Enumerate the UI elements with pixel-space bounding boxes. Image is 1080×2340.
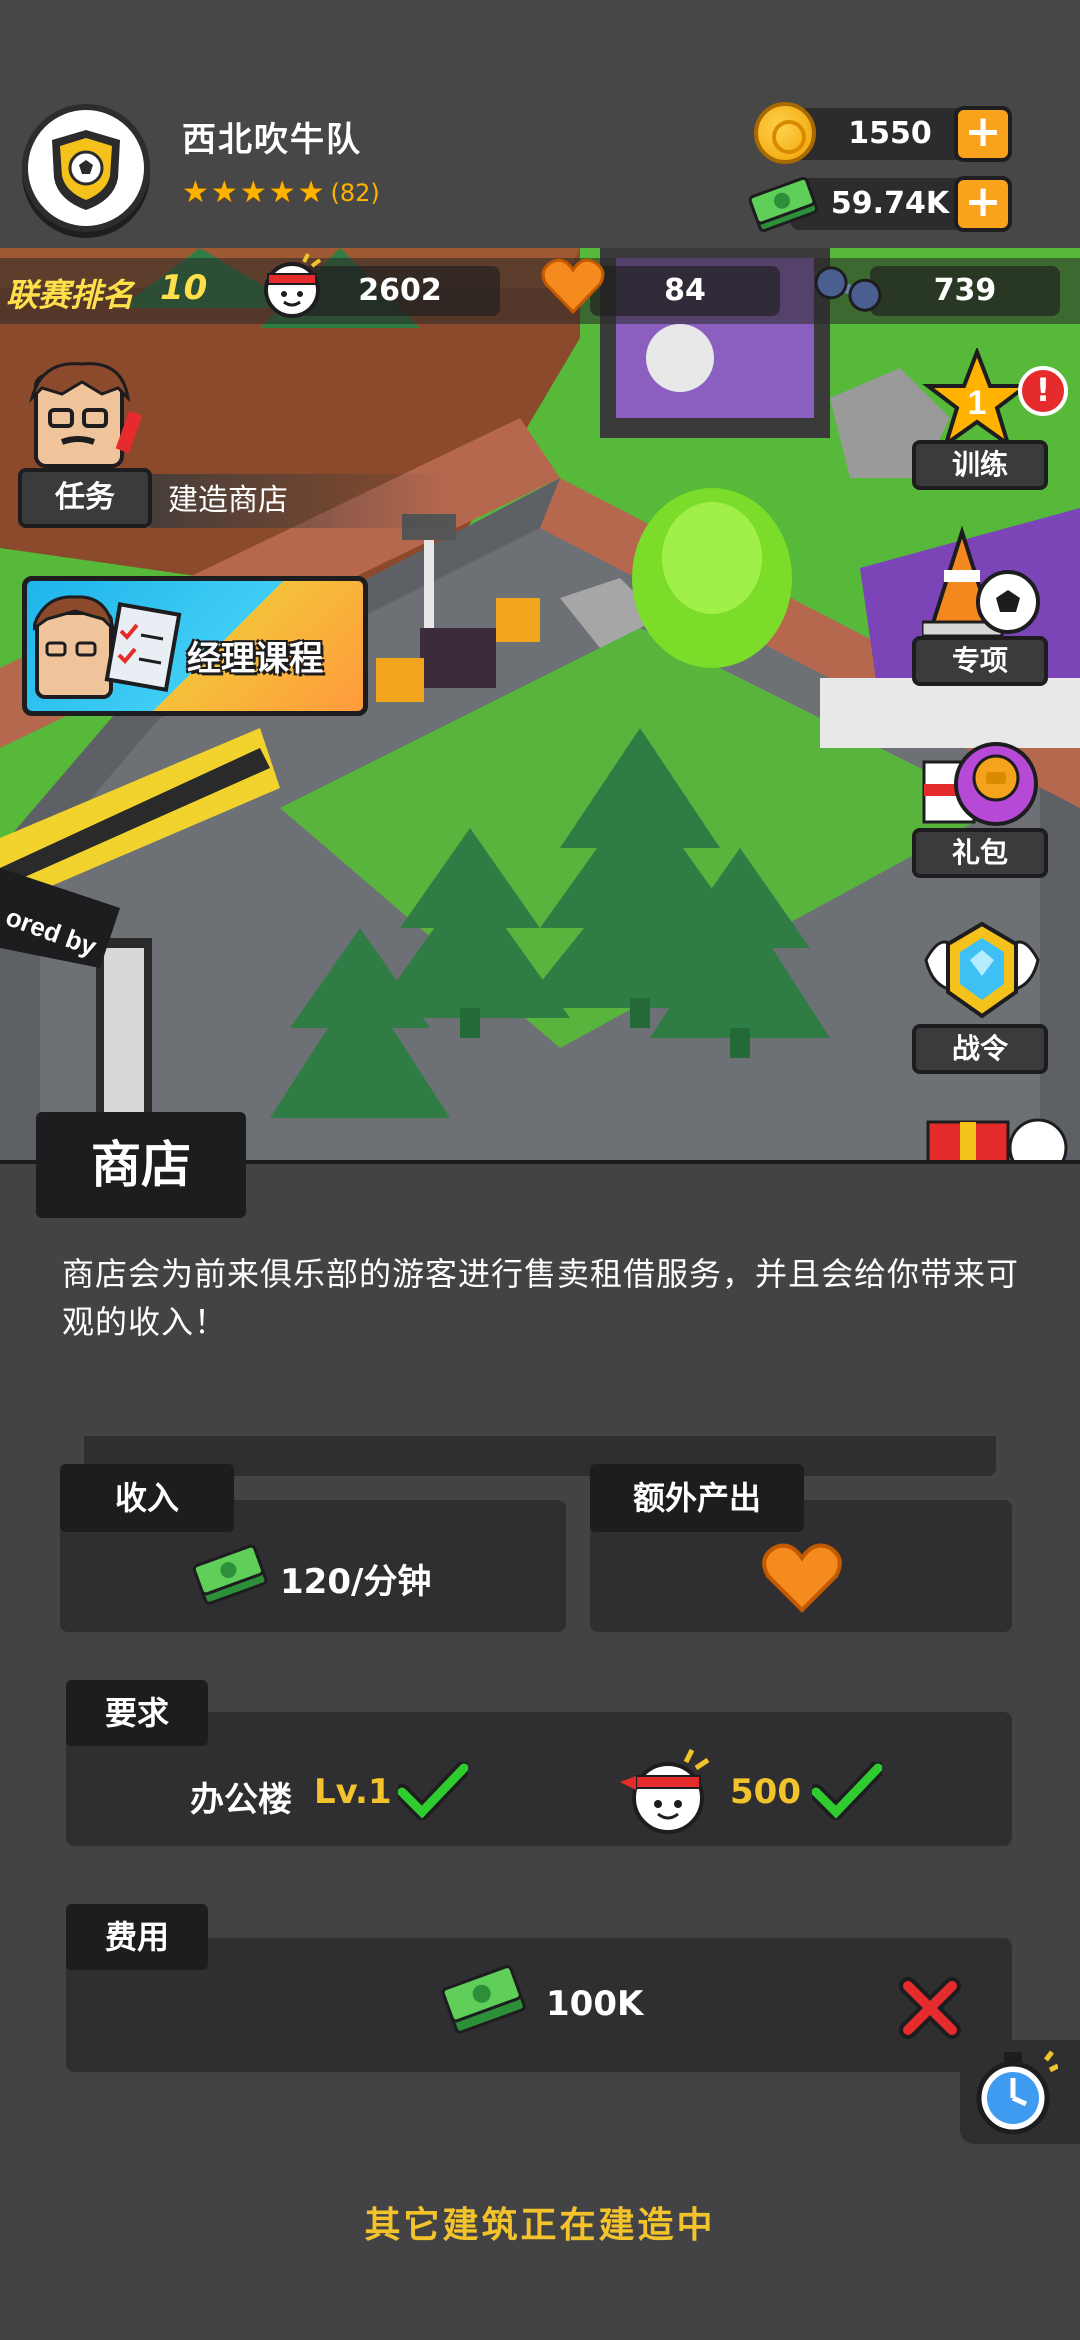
- special-training-button[interactable]: 专项: [908, 526, 1048, 686]
- cash-bar: 59.74K +: [790, 176, 1012, 232]
- coin-bar: 1550 +: [790, 106, 1012, 162]
- req-building-name: 办公楼: [190, 1780, 292, 1820]
- club-badge[interactable]: [22, 104, 150, 232]
- gem-wings-icon: [924, 921, 1040, 1019]
- training-points-stat: 739: [870, 266, 1060, 316]
- extra-output-label: 额外产出: [590, 1464, 804, 1532]
- rating-count: (82): [330, 179, 380, 207]
- cash-icon: [441, 1965, 526, 2034]
- cash-icon: [192, 1544, 268, 1605]
- dumbbell-icon: [814, 266, 882, 312]
- battle-pass-button[interactable]: 战令: [908, 920, 1048, 1080]
- fan-mascot-icon: [264, 253, 322, 318]
- cost-value: 100K: [546, 1984, 644, 2024]
- club-name: 西北吹牛队: [182, 120, 362, 160]
- special-training-label: 专项: [912, 636, 1048, 686]
- battle-pass-label: 战令: [912, 1024, 1048, 1074]
- heart-icon: [541, 258, 605, 315]
- gift-box-icon[interactable]: [918, 1108, 1068, 1164]
- training-badge-count: 1: [968, 384, 987, 422]
- coin-icon: [754, 102, 816, 164]
- gift-pack-button[interactable]: 礼包: [908, 722, 1048, 882]
- gift-pack-label: 礼包: [912, 828, 1048, 878]
- gift-pack-icon: [922, 742, 1038, 826]
- star-icon: ★: [182, 175, 209, 210]
- league-rank-label: 联赛排名: [6, 276, 135, 314]
- checkmark-icon: [812, 1762, 882, 1820]
- add-coins-button[interactable]: +: [954, 106, 1012, 162]
- cost-label: 费用: [66, 1904, 208, 1970]
- fans-value: 2602: [358, 273, 442, 308]
- income-value: 120/分钟: [280, 1562, 432, 1602]
- star-rating: ★ ★ ★ ★ ★ (82): [182, 178, 380, 208]
- star-icon: ★: [239, 175, 267, 210]
- stopwatch-icon: [976, 2050, 1058, 2135]
- speed-up-button[interactable]: [960, 2040, 1080, 2144]
- star-icon: 1: [922, 348, 1032, 448]
- req-fans-value: 500: [730, 1772, 801, 1812]
- add-cash-button[interactable]: +: [954, 176, 1012, 232]
- shop-description: 商店会为前来俱乐部的游客进行售卖租借服务，并且会给你带来可观的收入！: [62, 1255, 1020, 1341]
- heart-icon: [762, 1543, 842, 1613]
- fans-stat: 2602: [300, 266, 500, 316]
- cancel-x-icon: [899, 1977, 961, 2039]
- star-icon: ★: [210, 175, 238, 210]
- fan-mascot-icon: [620, 1748, 710, 1834]
- checkmark-icon: [398, 1762, 468, 1820]
- star-icon: ★: [297, 175, 325, 210]
- manager-course-label: 经理课程: [187, 639, 323, 679]
- manager-avatar-icon: [29, 362, 142, 468]
- requirements-label: 要求: [66, 1680, 208, 1746]
- hearts-stat: 84: [590, 266, 780, 316]
- manager-course-button[interactable]: 经理课程: [22, 576, 368, 716]
- alert-icon: !: [1018, 366, 1068, 416]
- star-icon: ★: [268, 175, 296, 210]
- income-label: 收入: [60, 1464, 234, 1532]
- req-building-level: Lv.1: [314, 1772, 392, 1812]
- shield-ball-icon: [52, 130, 120, 210]
- training-label: 训练: [912, 440, 1048, 490]
- task-button[interactable]: 任务: [18, 468, 152, 528]
- training-button[interactable]: 1 训练: [908, 348, 1048, 490]
- cone-and-ball-icon: [922, 526, 1040, 638]
- game-screen: 西北吹牛队 ★ ★ ★ ★ ★ (82) 1550 + 59.74K + ore…: [0, 0, 1080, 2340]
- task-description[interactable]: 建造商店: [150, 474, 450, 528]
- league-rank-value: 10: [160, 268, 208, 308]
- cash-icon: [748, 176, 819, 233]
- manager-with-checklist-icon: [33, 595, 182, 699]
- training-points-value: 739: [933, 273, 997, 308]
- hearts-value: 84: [664, 273, 706, 308]
- shop-title: 商店: [36, 1112, 246, 1218]
- construction-status: 其它建筑正在建造中: [364, 2205, 716, 2246]
